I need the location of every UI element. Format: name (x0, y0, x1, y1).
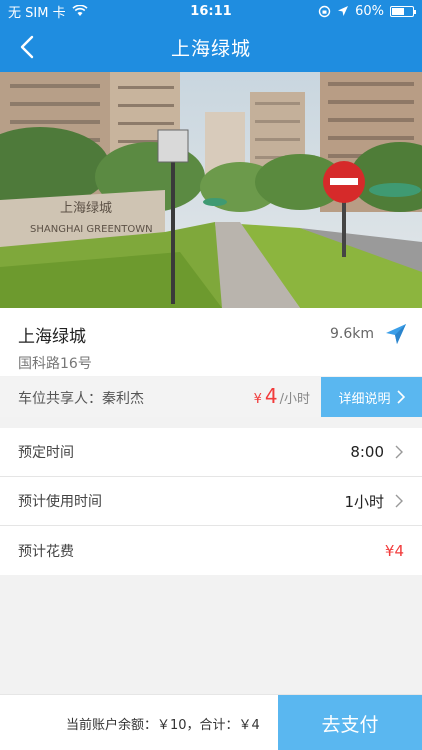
price-value: 4 (264, 384, 278, 408)
details-button-label: 详细说明 (338, 391, 391, 407)
parking-lot-photo: 上海绿城 SHANGHAI GREENTOWN (0, 72, 422, 308)
chevron-right-icon (395, 494, 403, 508)
wifi-icon (72, 5, 88, 16)
chevron-right-icon (396, 390, 405, 404)
sharer-label: 车位共享人：秦利杰 (18, 391, 144, 407)
estimated-cost-value: ¥4 (384, 541, 404, 560)
price-unit: /小时 (279, 392, 310, 407)
navigate-button[interactable] (384, 322, 408, 346)
status-right: 60% (318, 3, 416, 19)
sharer-row: 车位共享人：秦利杰 ¥ 4 /小时 详细说明 (0, 377, 422, 417)
balance-summary: 当前账户余额：￥10，合计：￥4 (66, 718, 260, 733)
navigation-arrow-icon (386, 324, 406, 344)
distance-label: 9.6km (329, 326, 374, 342)
rotation-lock-icon (318, 5, 331, 17)
row-label: 预定时间 (18, 445, 74, 461)
usage-duration-value: 1小时 (344, 492, 384, 511)
place-address: 国科路16号 (18, 356, 92, 372)
booking-details-list: 预定时间 8:00 预计使用时间 1小时 预计花费 ¥4 (0, 428, 422, 575)
reservation-time-row[interactable]: 预定时间 8:00 (0, 428, 422, 477)
back-button[interactable] (14, 34, 40, 60)
row-label: 预计花费 (18, 543, 74, 560)
battery-icon (390, 5, 416, 17)
hourly-price: ¥ 4 /小时 (254, 384, 310, 408)
battery-level-fill (392, 7, 404, 15)
carrier-label: 无 SIM 卡 (8, 5, 66, 21)
details-button[interactable]: 详细说明 (321, 377, 422, 417)
chevron-left-icon (20, 35, 34, 59)
price-currency: ¥ (253, 392, 262, 407)
chevron-right-icon (395, 445, 403, 459)
navigation-bar: 上海绿城 (0, 22, 422, 72)
reservation-time-value: 8:00 (350, 443, 384, 461)
pay-button[interactable]: 去支付 (278, 695, 422, 750)
status-bar: 无 SIM 卡 16:11 60% (0, 0, 422, 22)
checkout-bar: 当前账户余额：￥10，合计：￥4 去支付 (0, 694, 422, 750)
page-title: 上海绿城 (170, 37, 251, 60)
svg-text:SHANGHAI GREENTOWN: SHANGHAI GREENTOWN (30, 224, 153, 235)
battery-percent: 60% (355, 3, 384, 19)
status-left: 无 SIM 卡 (8, 2, 318, 21)
usage-duration-row[interactable]: 预计使用时间 1小时 (0, 477, 422, 526)
svg-text:上海绿城: 上海绿城 (60, 201, 112, 216)
location-arrow-icon (338, 6, 349, 16)
place-info: 上海绿城 国科路16号 9.6km (0, 308, 422, 376)
photo-illustration: 上海绿城 SHANGHAI GREENTOWN (0, 72, 422, 308)
estimated-cost-row: 预计花费 ¥4 (0, 526, 422, 575)
row-label: 预计使用时间 (18, 494, 102, 510)
